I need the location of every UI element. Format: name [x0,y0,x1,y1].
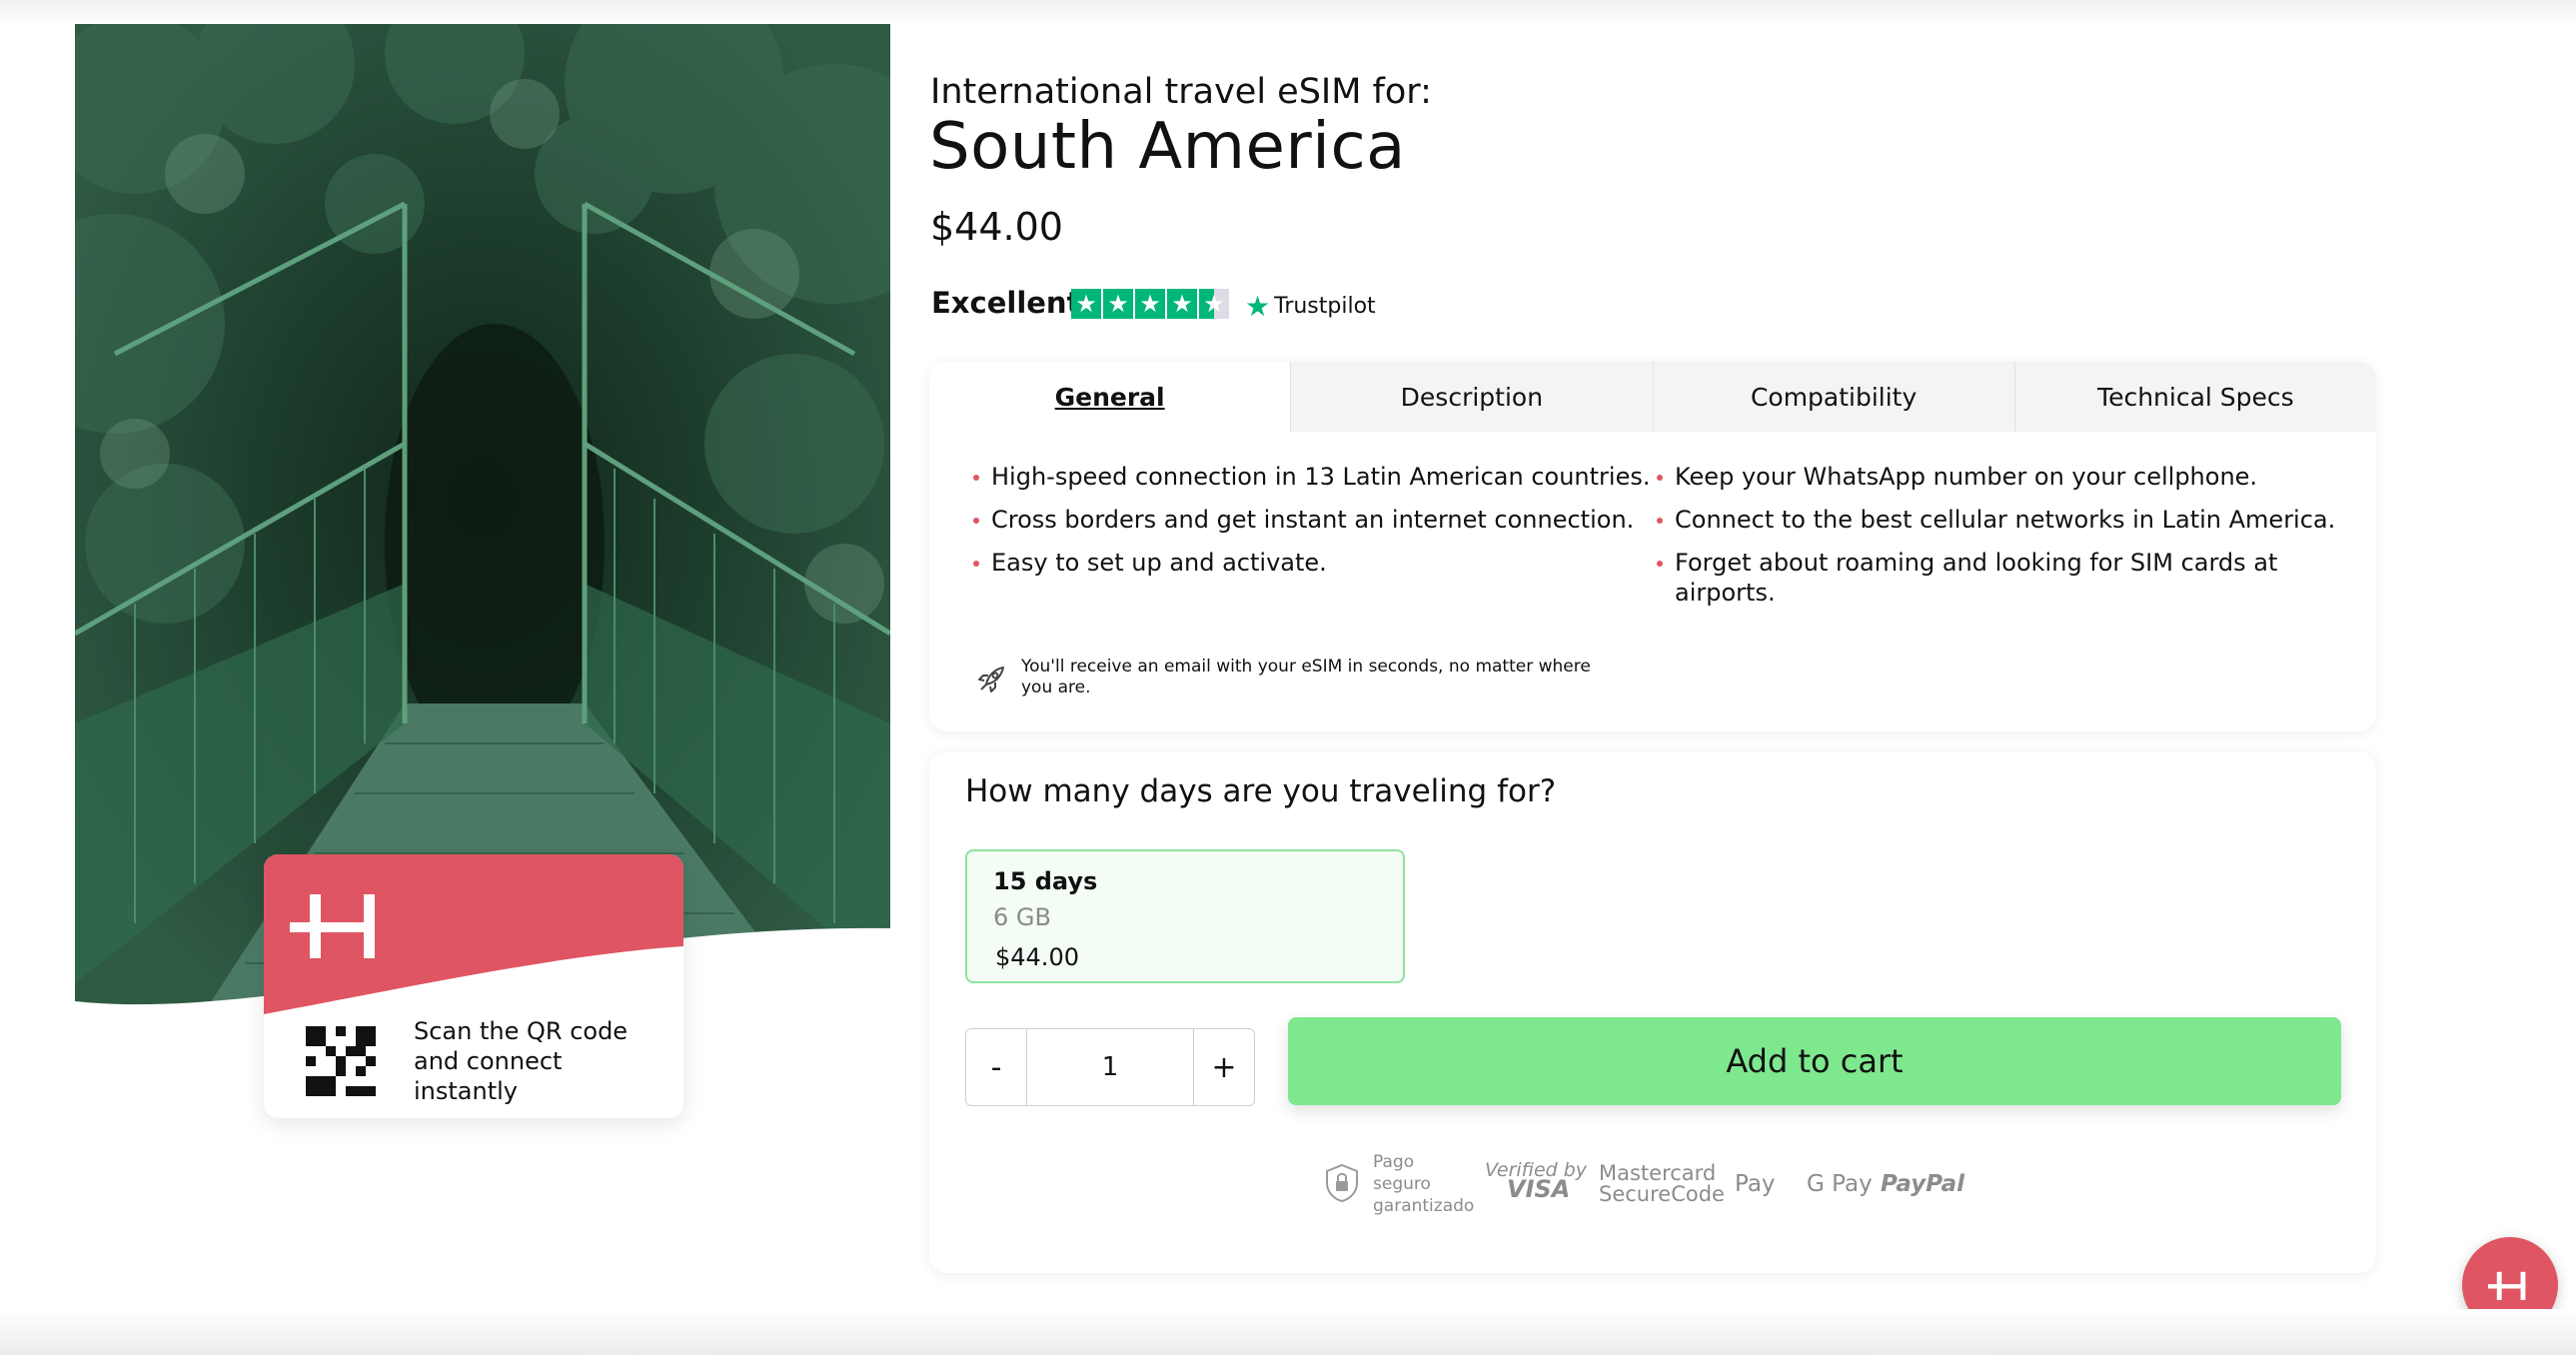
plan-option-selected[interactable]: 15 days 6 GB $44.00 [965,849,1405,983]
secure-line: garantizado [1373,1196,1475,1216]
rating-label: Excellent [931,286,1081,320]
plan-days: 15 days [993,867,1098,895]
promo-text: Scan the QR code and connect instantly [414,1017,629,1105]
holafly-logo-icon [290,894,375,958]
tab-technical-specs[interactable]: Technical Specs [2013,362,2376,432]
feature-item: Keep your WhatsApp number on your cellph… [1657,462,2346,492]
product-title: South America [929,110,1406,184]
product-price: $44.00 [930,205,1063,249]
paypal-logo: PayPal [1881,1171,1964,1197]
star-icon: ★ [1071,289,1101,319]
secure-line: Pago [1373,1152,1415,1172]
star-icon: ★ [1167,289,1197,319]
qr-promo-card: Scan the QR code and connect instantly [264,854,683,1118]
trustpilot-stars[interactable]: ★ ★ ★ ★ ★ [1071,289,1229,319]
tab-general[interactable]: General [929,362,1291,432]
trustpilot-label: Trustpilot [1274,294,1376,319]
email-delivery-note: You'll receive an email with your eSIM i… [1021,657,1591,697]
tab-compatibility[interactable]: Compatibility [1652,362,2014,432]
mastercard-line: Mastercard [1599,1161,1717,1185]
tab-description[interactable]: Description [1290,362,1653,432]
feature-item: Forget about roaming and looking for SIM… [1657,548,2346,608]
verified-by-visa-logo: Verified by VISA [1485,1161,1587,1203]
google-pay-logo: G Pay [1807,1171,1873,1197]
features-left: High-speed connection in 13 Latin Americ… [973,462,1653,591]
plan-price: $44.00 [995,943,1079,971]
visa-word: VISA [1507,1175,1571,1203]
qr-code-icon [306,1026,376,1096]
product-subtitle: International travel eSIM for: [930,72,1432,112]
features-right: Keep your WhatsApp number on your cellph… [1657,462,2346,621]
bottom-shade [0,1309,2576,1355]
plan-data: 6 GB [993,903,1051,931]
tab-bar: General Description Compatibility Techni… [929,362,2376,432]
half-star-icon: ★ [1199,289,1229,319]
secure-payment-label: Pago seguro garantizado [1373,1151,1474,1217]
quantity-input[interactable]: 1 [1026,1029,1194,1105]
purchase-card: How many days are you traveling for? 15 … [929,751,2376,1273]
rocket-icon [978,667,1004,692]
feature-item: High-speed connection in 13 Latin Americ… [973,462,1653,492]
secure-line: seguro [1373,1174,1431,1194]
add-to-cart-button[interactable]: Add to cart [1288,1017,2341,1105]
star-icon: ★ [1135,289,1165,319]
increment-button[interactable]: + [1194,1029,1254,1105]
trustpilot-star-icon: ★ [1245,290,1271,323]
feature-item: Cross borders and get instant an interne… [973,505,1653,535]
payment-methods: Pago seguro garantizado Verified by VISA… [1323,1151,2002,1216]
apple-pay-text: Pay [1735,1171,1776,1197]
feature-item: Easy to set up and activate. [973,548,1653,578]
mastercard-securecode-logo: Mastercard SecureCode [1599,1163,1725,1205]
days-question: How many days are you traveling for? [965,773,1557,809]
trustpilot-link[interactable]: ★ Trustpilot [1245,290,1376,323]
feature-item: Connect to the best cellular networks in… [1657,505,2346,535]
top-bar-shade [0,0,2576,22]
holafly-logo-icon [2488,1271,2526,1300]
decrement-button[interactable]: - [966,1029,1026,1105]
secure-shield-icon [1326,1163,1358,1203]
apple-pay-logo: Pay [1735,1171,1776,1197]
mastercard-line: SecureCode [1599,1182,1725,1206]
star-icon: ★ [1103,289,1133,319]
product-info-card: General Description Compatibility Techni… [929,362,2376,731]
quantity-stepper: - 1 + [965,1028,1255,1106]
